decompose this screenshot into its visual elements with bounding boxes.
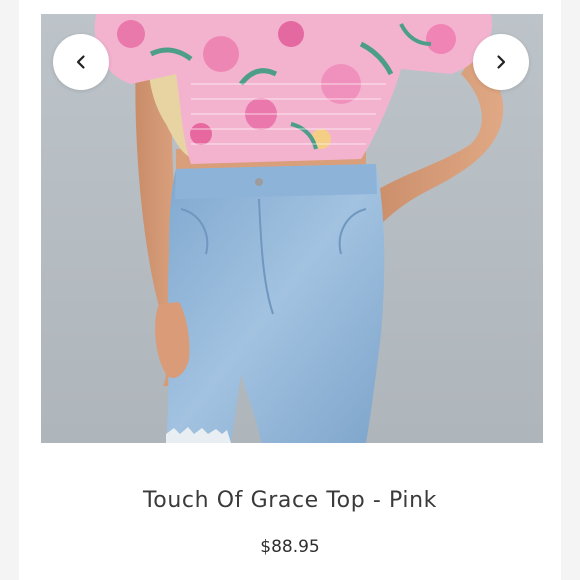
product-image[interactable] — [41, 14, 543, 443]
product-title[interactable]: Touch Of Grace Top - Pink — [19, 488, 561, 513]
previous-image-button[interactable] — [53, 34, 109, 90]
product-price: $88.95 — [260, 537, 320, 557]
chevron-right-icon — [497, 55, 506, 69]
next-image-button[interactable] — [473, 34, 529, 90]
chevron-left-icon — [76, 55, 85, 69]
product-photo-illustration — [41, 14, 543, 443]
